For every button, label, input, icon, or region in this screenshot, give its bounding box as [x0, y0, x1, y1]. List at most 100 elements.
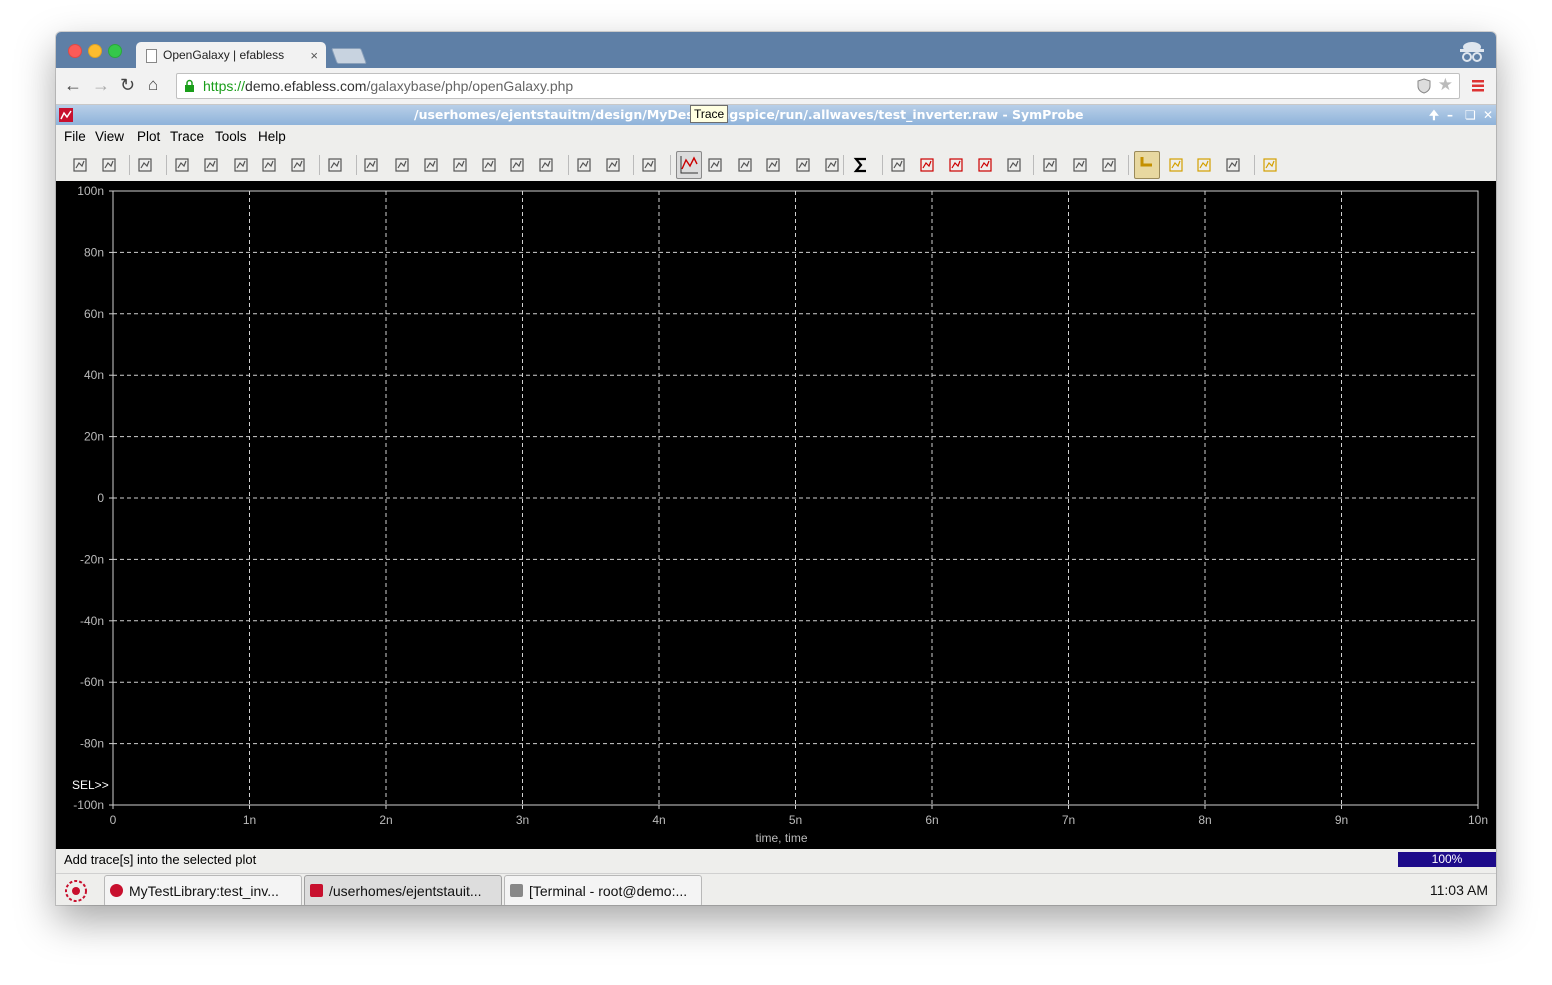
start-menu-icon[interactable]	[64, 879, 88, 903]
waveform-plot[interactable]: 0 1n 2n 3n 4n 5n 6n 7n 8n 9n 10n100n80n60n40n20n0-…	[56, 181, 1496, 845]
edit-icon[interactable]	[795, 157, 811, 173]
bookmark-star-icon[interactable]: ★	[1438, 75, 1453, 95]
zoom-in-icon[interactable]	[233, 157, 249, 173]
lock-icon	[185, 79, 194, 92]
redo-icon[interactable]	[203, 157, 219, 173]
url-text: https://demo.efabless.com/galaxybase/php…	[203, 78, 574, 94]
tab-title: OpenGalaxy | efabless	[163, 48, 285, 62]
y-tick-label: -60n	[80, 675, 104, 689]
sel-marker: SEL>>	[72, 778, 109, 792]
restore-icon[interactable]: ❏	[1465, 105, 1476, 125]
x-tick-label: 4n	[652, 813, 665, 827]
app-icon	[110, 884, 123, 897]
copy-icon[interactable]	[737, 157, 753, 173]
task-mytestlibrary[interactable]: MyTestLibrary:test_inv...	[104, 875, 302, 905]
shield-icon[interactable]	[1417, 78, 1431, 94]
measure-icon[interactable]	[1168, 157, 1184, 173]
task-symprobe[interactable]: /userhomes/ejentstauit...	[304, 875, 502, 905]
status-bar: Add trace[s] into the selected plot 100%	[56, 849, 1496, 873]
paste-icon[interactable]	[765, 157, 781, 173]
symprobe-app-icon	[59, 108, 73, 122]
eye-icon[interactable]	[890, 157, 906, 173]
split-v-icon[interactable]	[394, 157, 410, 173]
progress-bar: 100%	[1398, 852, 1496, 867]
bus-icon[interactable]	[707, 157, 723, 173]
minimize-icon[interactable]: –	[1447, 105, 1453, 125]
down-icon[interactable]	[509, 157, 525, 173]
zoom-fit-icon[interactable]	[290, 157, 306, 173]
toolbar-separator	[843, 155, 844, 175]
x-tick-label: 9n	[1335, 813, 1348, 827]
trace-icon[interactable]	[676, 151, 702, 179]
undo-icon[interactable]	[174, 157, 190, 173]
cursor-icon[interactable]	[327, 157, 343, 173]
menu-plot[interactable]: Plot	[137, 129, 160, 144]
y-tick-label: 100n	[77, 184, 104, 198]
label-icon[interactable]	[1196, 157, 1212, 173]
forward-arrow-icon[interactable]: →	[92, 74, 110, 96]
toolbar-separator	[882, 155, 883, 175]
task-label: /userhomes/ejentstauit...	[329, 883, 482, 899]
columns-icon[interactable]	[1072, 157, 1088, 173]
x-tick-label: 7n	[1062, 813, 1075, 827]
y-tick-label: 40n	[84, 368, 104, 382]
browser-tab-strip: OpenGalaxy | efabless ×	[56, 32, 1496, 68]
histogram-icon[interactable]	[919, 157, 935, 173]
terminal-icon	[510, 884, 523, 897]
menu-file[interactable]: File	[64, 129, 86, 144]
shade-icon[interactable]: 🠉	[1429, 105, 1439, 125]
new-tab-button[interactable]	[331, 48, 367, 64]
incognito-icon	[1460, 42, 1484, 62]
move-icon[interactable]	[641, 157, 657, 173]
menu-help[interactable]: Help	[258, 129, 286, 144]
wave-icon[interactable]	[538, 157, 554, 173]
grid-icon[interactable]	[1042, 157, 1058, 173]
x-tick-label: 1n	[243, 813, 256, 827]
stack-icon[interactable]	[423, 157, 439, 173]
address-bar[interactable]: https://demo.efabless.com/galaxybase/php…	[176, 73, 1460, 99]
plot-area[interactable]: 0 1n 2n 3n 4n 5n 6n 7n 8n 9n 10n 100n 80n 60n 40n 20n 0-…	[56, 181, 1496, 845]
y-tick-label: 60n	[84, 307, 104, 321]
menu-icon[interactable]	[1471, 79, 1485, 93]
toolbar-separator	[166, 155, 167, 175]
spectrum-icon[interactable]	[977, 157, 993, 173]
person-icon[interactable]	[1262, 157, 1278, 173]
copy-plot-icon[interactable]	[576, 157, 592, 173]
y-tick-label: 20n	[84, 430, 104, 444]
open-icon[interactable]	[72, 157, 88, 173]
x-tick-label: 5n	[789, 813, 802, 827]
split-h-icon[interactable]	[363, 157, 379, 173]
paste-plot-icon[interactable]	[605, 157, 621, 173]
maximize-window-icon[interactable]	[108, 44, 122, 58]
back-arrow-icon[interactable]: ←	[64, 74, 82, 96]
minimize-window-icon[interactable]	[88, 44, 102, 58]
zoom-out-icon[interactable]	[261, 157, 277, 173]
menu-view[interactable]: View	[95, 129, 124, 144]
close-icon[interactable]: ✕	[1483, 105, 1493, 125]
toolbar-separator	[568, 155, 569, 175]
y-tick-label: -100n	[73, 798, 104, 812]
up-icon[interactable]	[481, 157, 497, 173]
symprobe-window: /userhomes/ejentstauitm/design/MyDesign/…	[56, 105, 1496, 905]
page-icon	[146, 49, 157, 63]
menu-tools[interactable]: Tools	[215, 129, 247, 144]
print-icon[interactable]	[137, 157, 153, 173]
stack2-icon[interactable]	[452, 157, 468, 173]
bar-icon[interactable]	[824, 157, 840, 173]
fft-icon[interactable]	[948, 157, 964, 173]
sigma-icon[interactable]	[853, 157, 869, 173]
menu-trace[interactable]: Trace	[170, 129, 204, 144]
task-terminal[interactable]: [Terminal - root@demo:...	[504, 875, 702, 905]
close-window-icon[interactable]	[68, 44, 82, 58]
save-icon[interactable]	[101, 157, 117, 173]
home-icon[interactable]: ⌂	[148, 74, 158, 96]
marker-icon[interactable]	[1134, 151, 1160, 179]
toolbar-separator	[633, 155, 634, 175]
rows-icon[interactable]	[1101, 157, 1117, 173]
browser-tab[interactable]: OpenGalaxy | efabless ×	[136, 42, 326, 68]
tab-close-icon[interactable]: ×	[310, 42, 318, 69]
toolbar-separator	[356, 155, 357, 175]
xy-icon[interactable]	[1006, 157, 1022, 173]
reload-icon[interactable]: ↻	[120, 74, 135, 96]
probe-icon[interactable]	[1225, 157, 1241, 173]
